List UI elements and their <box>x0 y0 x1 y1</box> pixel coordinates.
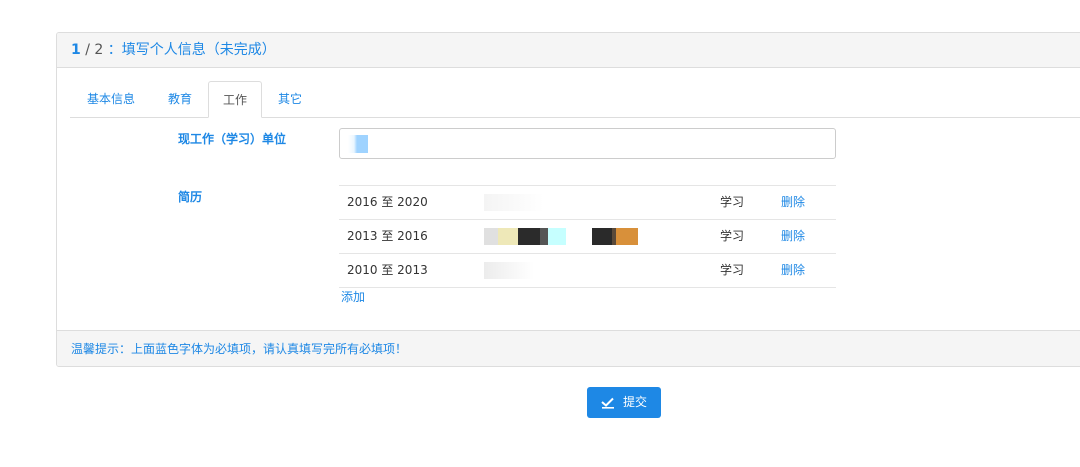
submit-label: 提交 <box>622 395 647 409</box>
step-total: 2 <box>94 42 104 58</box>
step-current: 1 <box>71 42 81 58</box>
resume-type: 学习 <box>720 229 745 243</box>
redacted-place <box>484 262 654 279</box>
resume-period: 2010 至 2013 <box>347 263 428 277</box>
table-row: 2013 至 2016 学习 删除 <box>339 220 836 254</box>
resume-table: 2016 至 2020 学习 删除 2013 至 2016 学习 删除 2010… <box>339 185 836 288</box>
tab-basic-info[interactable]: 基本信息 <box>70 81 152 118</box>
tab-bar: 基本信息 教育 工作 其它 <box>70 81 1080 118</box>
step-title: ：填写个人信息（未完成） <box>107 42 276 58</box>
delete-link[interactable]: 删除 <box>781 220 805 253</box>
step-separator: / <box>85 42 90 58</box>
redacted-place <box>484 194 654 211</box>
table-row: 2016 至 2020 学习 删除 <box>339 186 836 220</box>
resume-type: 学习 <box>720 195 745 209</box>
resume-type: 学习 <box>720 263 745 277</box>
redacted-place <box>484 228 654 245</box>
current-unit-input[interactable] <box>339 128 836 159</box>
submit-button[interactable]: 提交 <box>587 387 661 418</box>
resume-period: 2016 至 2020 <box>347 195 428 209</box>
tab-education[interactable]: 教育 <box>152 81 208 118</box>
tab-other[interactable]: 其它 <box>262 81 318 118</box>
current-unit-label: 现工作（学习）单位 <box>178 132 287 146</box>
resume-period: 2013 至 2016 <box>347 229 428 243</box>
delete-link[interactable]: 删除 <box>781 254 805 287</box>
panel-footer: 温馨提示：上面蓝色字体为必填项，请认真填写完所有必填项！ <box>57 330 1080 366</box>
resume-label: 简历 <box>178 190 203 204</box>
footer-tip: 温馨提示：上面蓝色字体为必填项，请认真填写完所有必填项！ <box>71 342 408 356</box>
check-icon <box>601 397 615 409</box>
panel-header: 1 / 2 ：填写个人信息（未完成） <box>57 33 1080 68</box>
table-row: 2010 至 2013 学习 删除 <box>339 254 836 288</box>
tab-work[interactable]: 工作 <box>208 81 262 118</box>
info-panel: 1 / 2 ：填写个人信息（未完成） 基本信息 教育 工作 其它 现工作（学习）… <box>56 32 1080 367</box>
add-resume-link[interactable]: 添加 <box>341 288 365 305</box>
redacted-value <box>348 135 368 153</box>
delete-link[interactable]: 删除 <box>781 186 805 219</box>
